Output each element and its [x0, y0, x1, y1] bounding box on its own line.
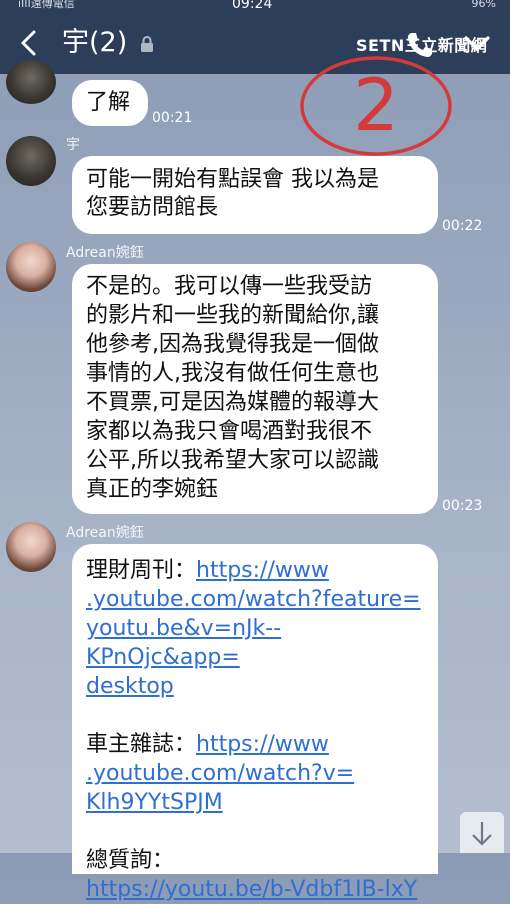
scroll-to-bottom-button[interactable] [460, 812, 504, 853]
message-line: 的影片和一些我的新聞給你,讓 [86, 303, 379, 328]
message-line: 公平,所以我希望大家可以認識 [86, 448, 379, 473]
message-bubble: 了解 [72, 80, 148, 126]
youtube-link[interactable]: https://youtu.be/b-Vdbf1IB-lxY [86, 875, 424, 904]
avatar-yu[interactable] [6, 60, 56, 104]
message-line: 他參考,因為我覺得我是一個做 [86, 332, 379, 357]
red-circle-annotation: 2 [300, 56, 452, 156]
link-label: 車主雜誌： [86, 732, 197, 757]
avatar-yu[interactable] [6, 136, 56, 186]
message-bubble: 不是的。我可以傳一些我受訪 的影片和一些我的新聞給你,讓 他參考,因為我覺得我是… [72, 264, 438, 514]
message-time: 00:23 [442, 498, 483, 514]
annotation-number: 2 [353, 63, 399, 147]
youtube-link[interactable]: desktop [86, 672, 424, 701]
avatar-adrean[interactable] [6, 522, 56, 572]
chat-title: 宇(2) [62, 27, 128, 58]
youtube-link[interactable]: .youtube.com/watch?v= [86, 759, 424, 788]
message-line: 您要訪問館長 [86, 195, 219, 220]
battery-label: 96% [471, 0, 496, 10]
lock-icon [141, 36, 153, 52]
message-text: 了解 [86, 90, 131, 115]
sender-name: 宇 [66, 137, 80, 153]
message-bubble: 理財周刊：https://www .youtube.com/watch?feat… [72, 544, 438, 902]
arrow-down-icon [472, 822, 492, 846]
message-line: 不買票,可是因為媒體的報導大 [86, 390, 379, 415]
youtube-link[interactable]: https://www [196, 558, 329, 583]
message-bubble: 可能一開始有點誤會 我以為是 您要訪問館長 [72, 156, 438, 234]
youtube-link[interactable]: Klh9YYtSPJM [86, 788, 424, 817]
message-line: 不是的。我可以傳一些我受訪 [86, 274, 373, 299]
message-time: 00:22 [442, 218, 483, 234]
message-line: 真正的李婉鈺 [86, 477, 219, 502]
status-bar: iIII遠傳電信 09:24 96% [0, 0, 510, 14]
avatar-adrean[interactable] [6, 242, 56, 292]
carrier-label: iIII遠傳電信 [18, 0, 75, 10]
link-label: 理財周刊： [86, 558, 197, 583]
sender-name: Adrean婉鈺 [66, 245, 144, 261]
link-label: 總質詢： [86, 848, 175, 873]
message-line: 事情的人,我沒有做任何生意也 [86, 361, 379, 386]
youtube-link[interactable]: https://www [196, 732, 329, 757]
message-line: 家都以為我只會喝酒對我很不 [86, 419, 373, 444]
sender-name: Adrean婉鈺 [66, 525, 144, 541]
back-icon[interactable] [14, 26, 44, 60]
youtube-link[interactable]: .youtube.com/watch?feature= [86, 585, 424, 614]
message-time: 00:21 [152, 110, 193, 126]
message-line: 可能一開始有點誤會 我以為是 [86, 167, 379, 192]
clock: 09:24 [232, 0, 273, 12]
youtube-link[interactable]: youtu.be&v=nJk--KPnOjc&app= [86, 614, 424, 672]
